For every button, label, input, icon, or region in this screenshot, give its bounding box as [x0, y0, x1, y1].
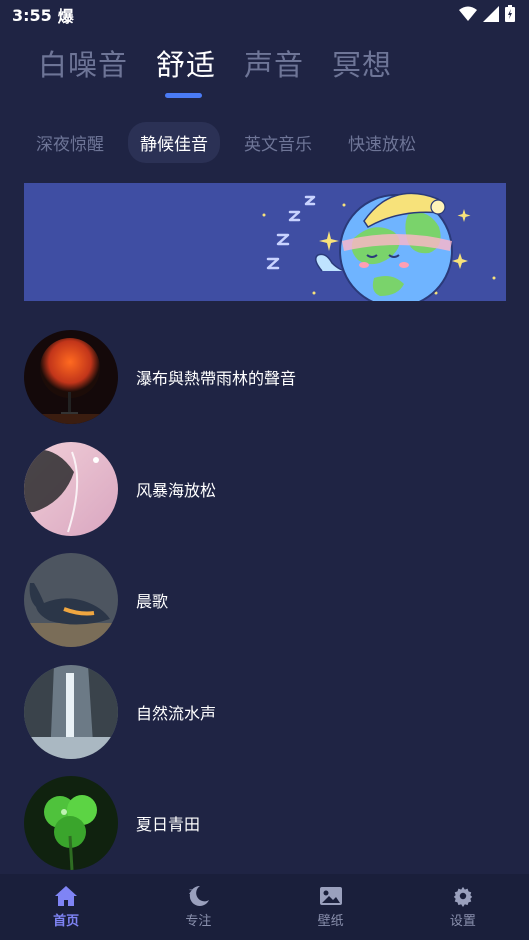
- track-title: 夏日青田: [136, 815, 201, 834]
- nav-focus[interactable]: z 专注: [132, 874, 264, 940]
- tab-meditation[interactable]: 冥想: [332, 42, 392, 84]
- subtab-english-music[interactable]: 英文音乐: [232, 122, 324, 163]
- track-title: 瀑布與熱帶雨林的聲音: [136, 369, 297, 388]
- clover-cover: [24, 776, 118, 870]
- status-icons: [459, 5, 515, 22]
- track-title: 风暴海放松: [136, 480, 217, 500]
- track-list: 瀑布與熱帶雨林的聲音 风暴海放松 晨歌 自然流水声 夏日青田: [24, 330, 506, 888]
- tab-sound[interactable]: 声音: [244, 42, 304, 84]
- battery-icon: [505, 5, 515, 22]
- main-tabs: 白噪音 舒适 声音 冥想: [38, 42, 392, 84]
- whale-lamp-cover: [24, 553, 118, 647]
- sleeping-earth-illustration: [262, 192, 496, 301]
- sub-tabs: 深夜惊醒 静候佳音 英文音乐 快速放松: [24, 122, 440, 163]
- status-bar: 3:55 爆: [0, 0, 529, 30]
- waterfall-cover: [24, 664, 118, 759]
- storm-sea-cover: [24, 441, 118, 536]
- nav-label: 专注: [185, 914, 212, 929]
- svg-text:z: z: [189, 887, 193, 896]
- sunset-lamp-cover: [24, 330, 118, 424]
- wifi-icon: [459, 6, 477, 21]
- gear-icon: [453, 886, 473, 907]
- tab-white-noise[interactable]: 白噪音: [38, 42, 128, 84]
- status-time: 3:55: [12, 5, 52, 25]
- moon-icon: z: [189, 885, 210, 906]
- nav-label: 壁纸: [317, 914, 344, 929]
- bottom-nav: 首页 z 专注 壁纸 设置: [0, 874, 529, 940]
- nav-label: 设置: [449, 914, 476, 929]
- home-icon: [55, 886, 78, 906]
- list-item[interactable]: 自然流水声: [24, 664, 506, 759]
- tab-comfort[interactable]: 舒适: [156, 42, 216, 84]
- track-title: 晨歌: [136, 592, 169, 611]
- list-item[interactable]: 风暴海放松: [24, 441, 506, 536]
- nav-wallpaper[interactable]: 壁纸: [265, 874, 397, 940]
- nav-home[interactable]: 首页: [0, 874, 132, 940]
- list-item[interactable]: 夏日青田: [24, 776, 506, 870]
- image-icon: [319, 887, 342, 905]
- notification-glyph: 爆: [57, 7, 74, 26]
- sleep-banner[interactable]: [24, 183, 506, 301]
- active-tab-indicator: [165, 93, 202, 98]
- subtab-waiting[interactable]: 静候佳音: [128, 122, 220, 163]
- track-title: 自然流水声: [136, 703, 217, 723]
- subtab-late-night[interactable]: 深夜惊醒: [24, 122, 116, 163]
- nav-label: 首页: [53, 914, 80, 929]
- list-item[interactable]: 晨歌: [24, 553, 506, 647]
- list-item[interactable]: 瀑布與熱帶雨林的聲音: [24, 330, 506, 424]
- signal-icon: [483, 5, 499, 22]
- nav-settings[interactable]: 设置: [397, 874, 529, 940]
- subtab-quick-relax[interactable]: 快速放松: [336, 122, 428, 163]
